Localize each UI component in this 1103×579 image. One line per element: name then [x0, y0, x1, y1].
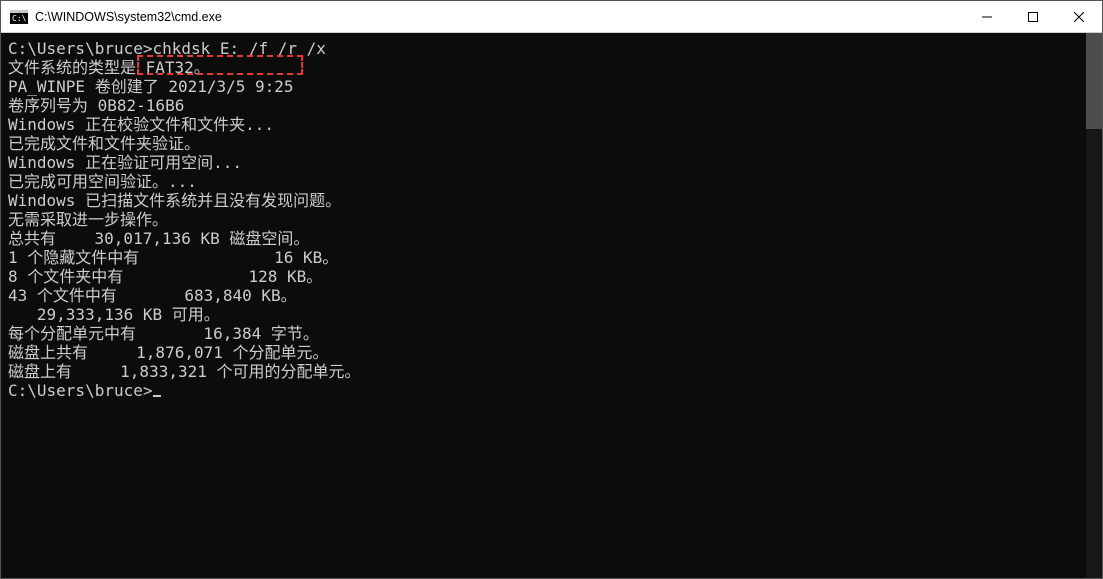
terminal-line: Windows 正在验证可用空间... [8, 153, 1102, 172]
terminal-line: 29,333,136 KB 可用。 [8, 305, 1102, 324]
close-button[interactable] [1056, 1, 1102, 32]
window-title: C:\WINDOWS\system32\cmd.exe [35, 10, 222, 24]
terminal-line: C:\Users\bruce>chkdsk E: /f /r /x [8, 39, 1102, 58]
terminal-line: 每个分配单元中有 16,384 字节。 [8, 324, 1102, 343]
terminal-line: 总共有 30,017,136 KB 磁盘空间。 [8, 229, 1102, 248]
terminal-line: Windows 已扫描文件系统并且没有发现问题。 [8, 191, 1102, 210]
minimize-icon [982, 12, 992, 22]
terminal-line: 无需采取进一步操作。 [8, 210, 1102, 229]
terminal-line: C:\Users\bruce> [8, 381, 1102, 400]
cursor [153, 395, 161, 397]
cmd-icon: C:\ [10, 10, 28, 24]
terminal-line: 卷序列号为 0B82-16B6 [8, 96, 1102, 115]
terminal-output[interactable]: C:\Users\bruce>chkdsk E: /f /r /x文件系统的类型… [8, 39, 1102, 578]
terminal-line: PA_WINPE 卷创建了 2021/3/5 9:25 [8, 77, 1102, 96]
terminal-line: 已完成文件和文件夹验证。 [8, 134, 1102, 153]
terminal-line: 磁盘上有 1,833,321 个可用的分配单元。 [8, 362, 1102, 381]
titlebar[interactable]: C:\ C:\WINDOWS\system32\cmd.exe [1, 1, 1102, 33]
terminal-line: Windows 正在校验文件和文件夹... [8, 115, 1102, 134]
maximize-button[interactable] [1010, 1, 1056, 32]
terminal-line: 文件系统的类型是 FAT32。 [8, 58, 1102, 77]
terminal-client-area: C:\Users\bruce>chkdsk E: /f /r /x文件系统的类型… [1, 33, 1102, 578]
terminal-line: 8 个文件夹中有 128 KB。 [8, 267, 1102, 286]
close-icon [1074, 12, 1084, 22]
minimize-button[interactable] [964, 1, 1010, 32]
terminal-line: 43 个文件中有 683,840 KB。 [8, 286, 1102, 305]
terminal-line: 1 个隐藏文件中有 16 KB。 [8, 248, 1102, 267]
terminal-line: 已完成可用空间验证。... [8, 172, 1102, 191]
terminal-line: 磁盘上共有 1,876,071 个分配单元。 [8, 343, 1102, 362]
cmd-window: C:\ C:\WINDOWS\system32\cmd.exe C:\Users… [0, 0, 1103, 579]
maximize-icon [1028, 12, 1038, 22]
svg-text:C:\: C:\ [12, 14, 27, 23]
